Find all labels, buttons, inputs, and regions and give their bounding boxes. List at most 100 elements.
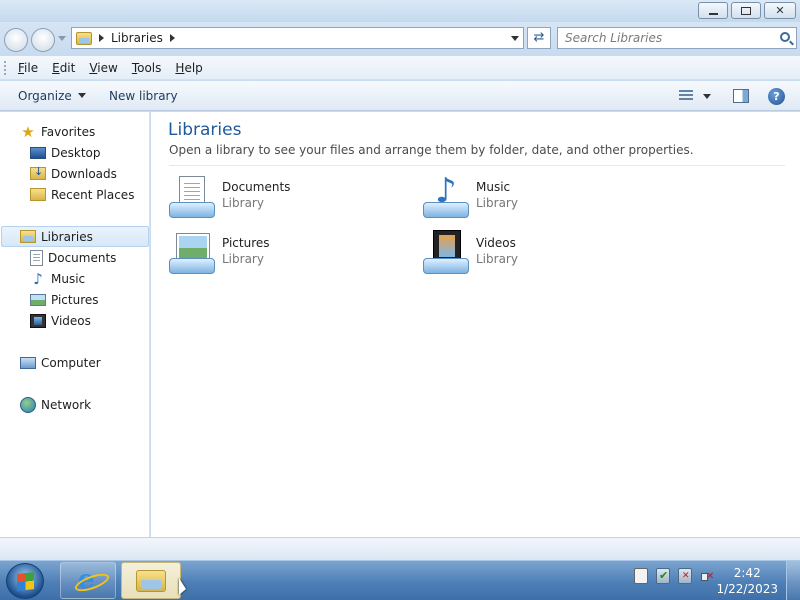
- nav-label: Libraries: [41, 229, 93, 244]
- view-options-dropdown[interactable]: [703, 94, 711, 99]
- divider: [169, 165, 785, 166]
- organize-button[interactable]: Organize: [18, 89, 86, 103]
- minimize-button[interactable]: [698, 2, 728, 19]
- forward-button[interactable]: [31, 28, 55, 52]
- nav-item-music[interactable]: ♪ Music: [30, 268, 85, 289]
- preview-pane-icon[interactable]: [733, 89, 749, 103]
- nav-label: Pictures: [51, 292, 99, 307]
- nav-item-documents[interactable]: Documents: [30, 247, 116, 268]
- library-name: Documents: [222, 180, 291, 194]
- menu-edit[interactable]: Edit: [52, 61, 75, 75]
- library-documents[interactable]: Documents Library: [169, 174, 389, 220]
- content-pane: Libraries Open a library to see your fil…: [151, 112, 800, 537]
- library-name: Music: [476, 180, 511, 194]
- computer-icon: [20, 356, 36, 369]
- new-library-button[interactable]: New library: [109, 89, 178, 103]
- nav-computer[interactable]: Computer: [20, 352, 101, 373]
- videos-library-icon: [423, 230, 471, 276]
- star-icon: ★: [21, 122, 35, 141]
- clock-date: 1/22/2023: [716, 582, 778, 596]
- nav-favorites[interactable]: ★ Favorites: [20, 121, 95, 142]
- nav-item-downloads[interactable]: Downloads: [30, 163, 117, 184]
- navigation-pane: ★ Favorites Desktop Downloads Recent Pla…: [0, 112, 150, 537]
- desktop-icon: [30, 146, 46, 159]
- address-history-dropdown[interactable]: [511, 36, 519, 41]
- status-bar: [0, 537, 800, 560]
- nav-label: Desktop: [51, 145, 101, 160]
- command-bar: Organize New library ?: [0, 81, 800, 111]
- restore-icon: [741, 6, 751, 15]
- nav-label: Network: [41, 397, 92, 412]
- restore-button[interactable]: [731, 2, 761, 19]
- refresh-button[interactable]: ⇄: [527, 27, 551, 49]
- nav-item-desktop[interactable]: Desktop: [30, 142, 101, 163]
- search-icon[interactable]: [780, 32, 790, 42]
- library-name: Videos: [476, 236, 516, 250]
- minimize-icon: [708, 11, 718, 15]
- address-row: Libraries ⇄: [0, 22, 800, 56]
- action-center-icon[interactable]: [656, 568, 670, 584]
- windows-explorer-icon: [136, 570, 166, 592]
- nav-item-pictures[interactable]: Pictures: [30, 289, 99, 310]
- library-type: Library: [476, 196, 518, 210]
- documents-icon: [30, 249, 43, 266]
- search-input[interactable]: [558, 28, 768, 48]
- close-icon: ✕: [775, 3, 785, 17]
- menu-file[interactable]: File: [18, 61, 38, 75]
- nav-label: Documents: [48, 250, 117, 265]
- taskbar-windows-explorer[interactable]: [121, 562, 181, 599]
- nav-label: Music: [51, 271, 86, 286]
- address-bar[interactable]: Libraries: [71, 27, 524, 49]
- nav-label: Favorites: [41, 124, 96, 139]
- clock-time: 2:42: [733, 566, 761, 580]
- videos-icon: [30, 313, 46, 328]
- nav-label: Videos: [51, 313, 91, 328]
- menu-view[interactable]: View: [89, 61, 117, 75]
- nav-network[interactable]: Network: [20, 394, 91, 415]
- internet-explorer-icon: e: [78, 567, 102, 593]
- pictures-library-icon: [169, 230, 217, 276]
- taskbar: e 2:42 1/22/2023: [0, 560, 800, 600]
- recent-places-icon: [30, 188, 46, 201]
- breadcrumb-arrow-icon[interactable]: [169, 34, 175, 42]
- breadcrumb-arrow-icon[interactable]: [99, 34, 104, 42]
- search-box: [557, 27, 797, 49]
- start-button[interactable]: [6, 563, 44, 599]
- menu-bar: File Edit View Tools Help: [0, 56, 800, 80]
- library-music[interactable]: ♪ Music Library: [423, 174, 643, 220]
- notes-tray-icon[interactable]: [634, 568, 648, 584]
- windows-logo-icon: [17, 572, 34, 591]
- window-controls: ✕: [698, 2, 796, 19]
- nav-libraries[interactable]: Libraries: [1, 226, 149, 247]
- back-button[interactable]: [4, 28, 28, 52]
- taskbar-internet-explorer[interactable]: e: [60, 562, 116, 599]
- recent-pages-dropdown[interactable]: [58, 36, 66, 41]
- clock[interactable]: 2:42 1/22/2023: [716, 565, 778, 597]
- library-videos[interactable]: Videos Library: [423, 230, 643, 276]
- libraries-icon: [76, 31, 92, 45]
- library-type: Library: [222, 252, 264, 266]
- show-desktop-button[interactable]: [786, 561, 800, 600]
- documents-library-icon: [169, 174, 217, 220]
- nav-item-recent-places[interactable]: Recent Places: [30, 184, 134, 205]
- network-disconnected-icon[interactable]: [678, 568, 692, 584]
- page-description: Open a library to see your files and arr…: [169, 143, 694, 157]
- library-type: Library: [222, 196, 264, 210]
- menu-grip: [4, 61, 7, 75]
- close-button[interactable]: ✕: [764, 2, 796, 19]
- breadcrumb-libraries[interactable]: Libraries: [111, 31, 163, 45]
- library-name: Pictures: [222, 236, 270, 250]
- volume-muted-icon[interactable]: [700, 568, 714, 584]
- pictures-icon: [30, 293, 46, 306]
- music-library-icon: ♪: [423, 174, 471, 220]
- mouse-cursor-icon: [179, 578, 186, 595]
- change-view-icon[interactable]: [679, 90, 693, 102]
- menu-tools[interactable]: Tools: [132, 61, 162, 75]
- help-icon[interactable]: ?: [768, 88, 785, 105]
- nav-label: Downloads: [51, 166, 117, 181]
- menu-help[interactable]: Help: [175, 61, 202, 75]
- title-bar: ✕: [0, 0, 800, 22]
- nav-item-videos[interactable]: Videos: [30, 310, 91, 331]
- library-pictures[interactable]: Pictures Library: [169, 230, 389, 276]
- downloads-folder-icon: [30, 165, 46, 180]
